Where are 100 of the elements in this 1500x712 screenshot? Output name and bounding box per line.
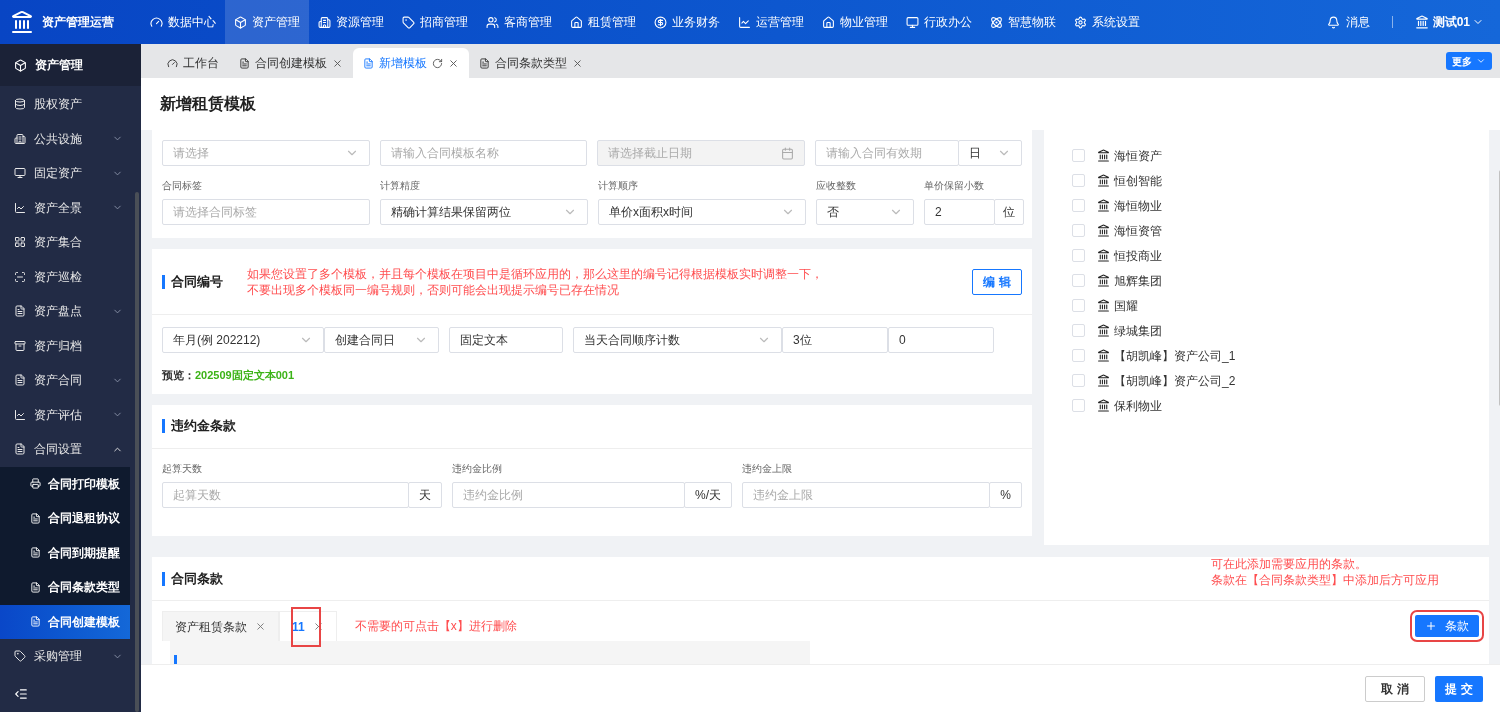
nav-item[interactable]: 资源管理: [309, 0, 393, 44]
checkbox[interactable]: [1072, 174, 1085, 187]
submenu-item[interactable]: 合同打印模板: [0, 466, 130, 501]
nav-item[interactable]: 物业管理: [813, 0, 897, 44]
logo-icon: [10, 10, 34, 34]
company-item[interactable]: 恒创智能: [1072, 168, 1489, 193]
checkbox[interactable]: [1072, 224, 1085, 237]
nav-item[interactable]: 智慧物联: [981, 0, 1065, 44]
nav-item[interactable]: 业务财务: [645, 0, 729, 44]
checkbox[interactable]: [1072, 299, 1085, 312]
company-name: 旭辉集团: [1114, 272, 1162, 290]
nav-item[interactable]: 运营管理: [729, 0, 813, 44]
company-item[interactable]: 旭辉集团: [1072, 268, 1489, 293]
close-icon[interactable]: [312, 621, 324, 632]
submenu-item[interactable]: 合同退租协议: [0, 501, 130, 536]
nav-item[interactable]: 行政办公: [897, 0, 981, 44]
sidebar-item[interactable]: 股权资产: [0, 87, 141, 122]
nav-item[interactable]: 数据中心: [141, 0, 225, 44]
section-title: 合同编号: [162, 274, 223, 289]
sidebar-item[interactable]: 资产全景: [0, 190, 141, 225]
close-icon[interactable]: [572, 57, 583, 69]
page-tab[interactable]: 工作台: [157, 48, 229, 78]
more-button[interactable]: 更多: [1446, 52, 1492, 70]
sidebar-item[interactable]: 资产归档: [0, 328, 141, 363]
grid-icon: [14, 236, 26, 249]
nav-item[interactable]: 租赁管理: [561, 0, 645, 44]
close-icon[interactable]: [255, 621, 266, 632]
refresh-icon[interactable]: [432, 57, 443, 69]
cancel-button[interactable]: 取 消: [1365, 675, 1425, 702]
checkbox[interactable]: [1072, 199, 1085, 212]
checkbox[interactable]: [1072, 324, 1085, 337]
checkbox[interactable]: [1072, 374, 1085, 387]
company-item[interactable]: 【胡凯峰】资产公司_1: [1072, 343, 1489, 368]
sidebar-item[interactable]: 资产集合: [0, 225, 141, 260]
checkbox[interactable]: [1072, 274, 1085, 287]
sidebar-item[interactable]: 固定资产: [0, 156, 141, 191]
checkbox[interactable]: [1072, 149, 1085, 162]
sidebar-item[interactable]: 采购管理: [0, 639, 141, 674]
annotation-note: 不需要的可点击【x】进行删除: [354, 618, 517, 635]
input-field[interactable]: 3位: [782, 327, 888, 353]
nav-item[interactable]: 客商管理: [477, 0, 561, 44]
sidebar-item[interactable]: 合同设置: [0, 432, 141, 467]
sidebar-item[interactable]: 资产巡检: [0, 259, 141, 294]
annotation-note: 可在此添加需要应用的条款。: [1211, 555, 1368, 572]
submenu-item[interactable]: 合同到期提醒: [0, 535, 130, 570]
calendar-icon: [780, 146, 794, 160]
unit-select[interactable]: 日: [958, 140, 1022, 166]
preview-value: 202509固定文本001: [195, 368, 295, 383]
checkbox[interactable]: [1072, 349, 1085, 362]
input-field[interactable]: 固定文本: [449, 327, 563, 353]
input-field[interactable]: 0: [888, 327, 994, 353]
coin-icon: [654, 15, 667, 29]
company-item[interactable]: 绿城集团: [1072, 318, 1489, 343]
checkbox[interactable]: [1072, 249, 1085, 262]
sidebar-item[interactable]: 资产合同: [0, 363, 141, 398]
clause-tab[interactable]: 11: [279, 611, 337, 641]
select-field[interactable]: 否: [816, 199, 914, 225]
submit-button[interactable]: 提 交: [1435, 675, 1483, 702]
sidebar-item[interactable]: 资产盘点: [0, 294, 141, 329]
user-name[interactable]: 测试01: [1432, 13, 1470, 31]
select-field[interactable]: 单价x面积x时间: [598, 199, 806, 225]
company-item[interactable]: 恒投商业: [1072, 243, 1489, 268]
company-item[interactable]: 保利物业: [1072, 393, 1489, 418]
edit-button[interactable]: 编 辑: [972, 268, 1022, 295]
company-item[interactable]: 【胡凯峰】资产公司_2: [1072, 368, 1489, 393]
select-field[interactable]: 年月(例 202212): [162, 327, 324, 353]
page-tab[interactable]: 合同条款类型: [469, 48, 593, 78]
field-label: 起算天数: [162, 461, 203, 476]
monitor-icon: [14, 167, 26, 180]
company-item[interactable]: 海恒资管: [1072, 218, 1489, 243]
nav-item[interactable]: 系统设置: [1065, 0, 1149, 44]
company-item[interactable]: 海恒资产: [1072, 143, 1489, 168]
bell-icon[interactable]: [1326, 15, 1340, 29]
nav-item[interactable]: 招商管理: [393, 0, 477, 44]
submenu-item[interactable]: 合同条款类型: [0, 570, 130, 605]
unit-label: %/天: [684, 481, 732, 508]
messages-link[interactable]: 消息: [1345, 13, 1370, 31]
select-field[interactable]: 当天合同顺序计数: [573, 327, 782, 353]
select-field[interactable]: 创建合同日: [324, 327, 439, 353]
unit-label: 位: [994, 199, 1024, 225]
document-icon: [239, 57, 250, 69]
nav-item[interactable]: 资产管理: [225, 0, 309, 44]
company-name: 海恒资管: [1114, 222, 1162, 240]
sidebar-item[interactable]: 资产评估: [0, 397, 141, 432]
company-item[interactable]: 海恒物业: [1072, 193, 1489, 218]
page-tab[interactable]: 新增模板: [353, 48, 469, 78]
sidebar-item[interactable]: 公共设施: [0, 121, 141, 156]
select-field[interactable]: 精确计算结果保留两位: [380, 199, 588, 225]
submenu-item[interactable]: 合同创建模板: [0, 604, 130, 639]
document-icon: [479, 57, 490, 69]
close-icon[interactable]: [448, 57, 459, 69]
page-tab[interactable]: 合同创建模板: [229, 48, 353, 78]
checkbox[interactable]: [1072, 399, 1085, 412]
collapse-icon[interactable]: [14, 687, 28, 701]
bank-icon: [1097, 174, 1110, 187]
company-item[interactable]: 国耀: [1072, 293, 1489, 318]
input-field[interactable]: 2: [924, 199, 995, 225]
bank-icon: [1097, 324, 1110, 337]
close-icon[interactable]: [332, 57, 343, 69]
clause-tab[interactable]: 资产租赁条款: [162, 611, 279, 641]
